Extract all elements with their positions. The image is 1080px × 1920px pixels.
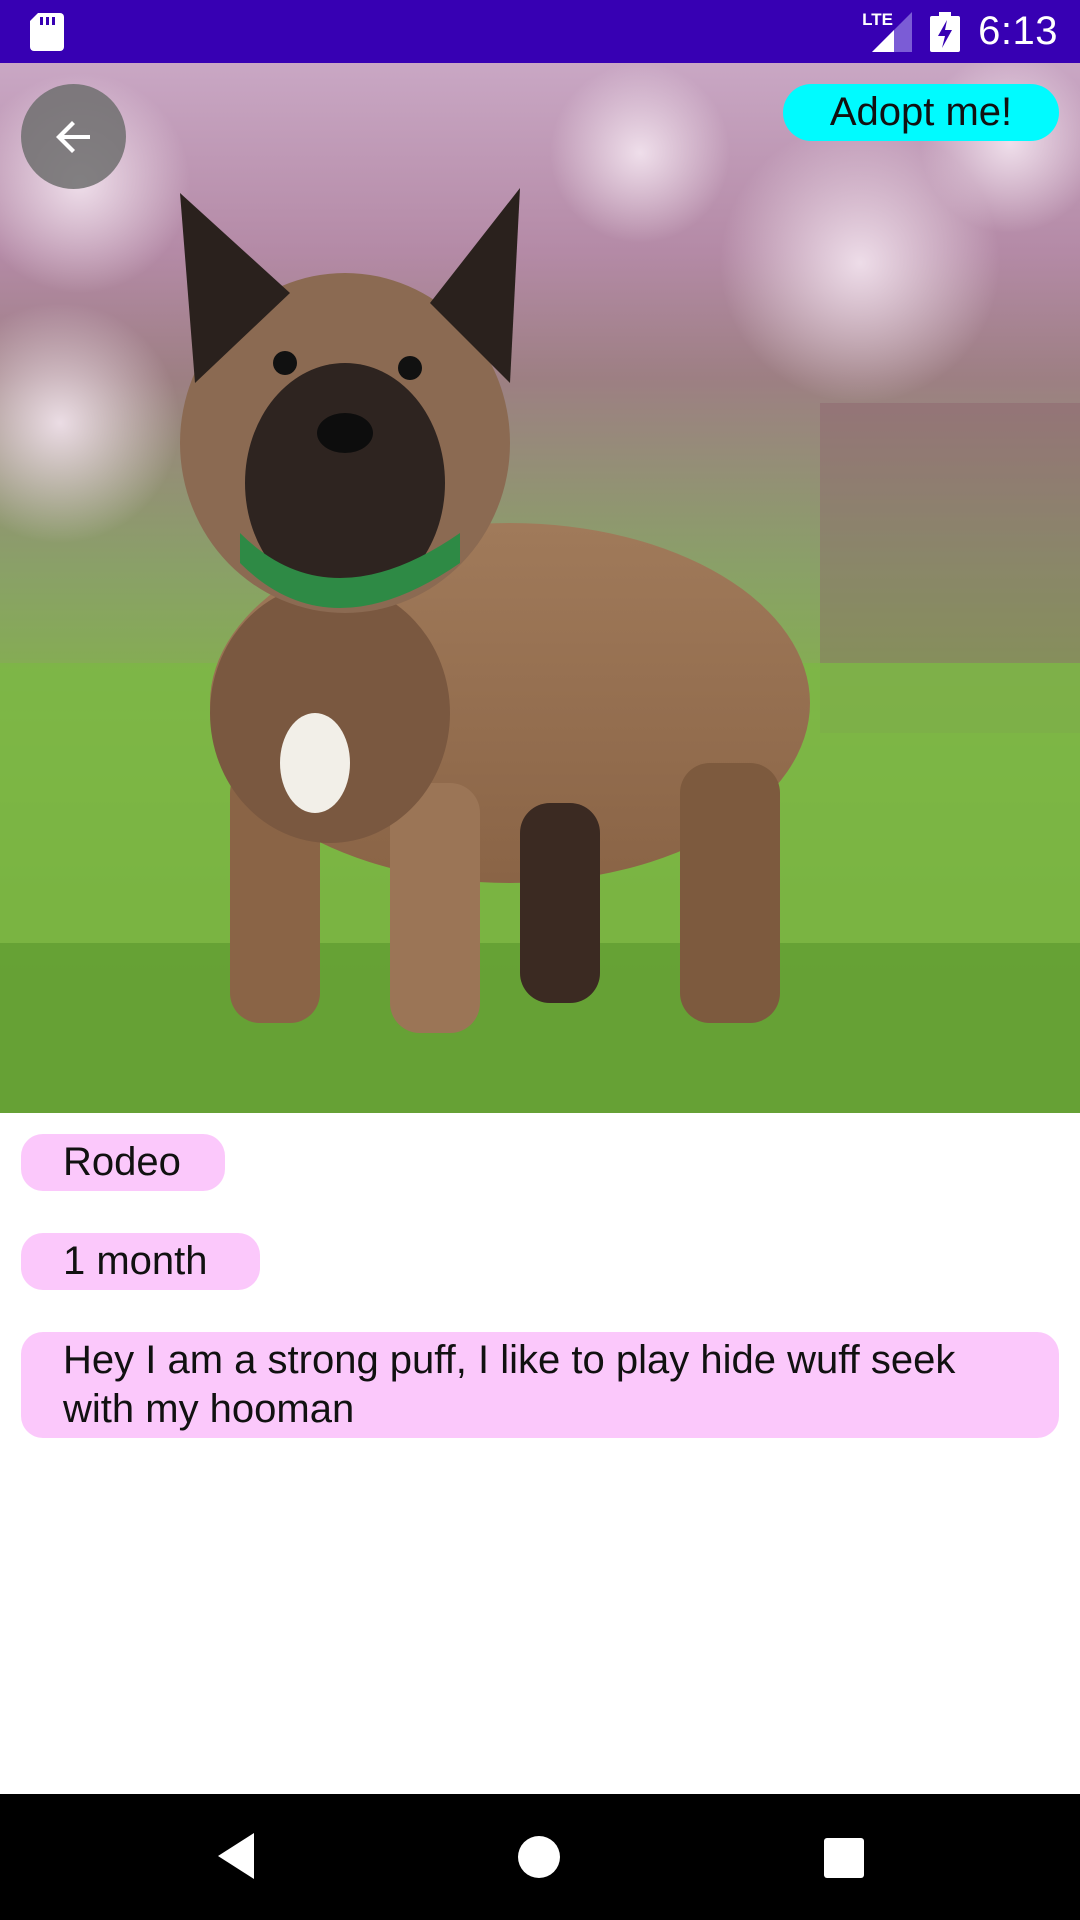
back-button[interactable] (21, 84, 126, 189)
lte-signal-icon: LTE (862, 10, 913, 52)
nav-home-icon[interactable] (518, 1836, 560, 1878)
status-bar: LTE 6:13 (0, 0, 1080, 63)
navigation-bar (0, 1794, 1080, 1920)
arrow-left-icon (55, 120, 90, 153)
puppy-photo (0, 63, 1080, 1113)
status-time: 6:13 (978, 9, 1058, 53)
nav-recents-icon[interactable] (824, 1838, 864, 1878)
pet-age: 1 month (21, 1233, 260, 1290)
adopt-me-button[interactable]: Adopt me! (783, 84, 1059, 141)
pet-name: Rodeo (21, 1134, 225, 1191)
sd-card-icon (30, 13, 64, 51)
nav-back-icon[interactable] (214, 1831, 258, 1881)
pet-description: Hey I am a strong puff, I like to play h… (21, 1332, 1059, 1438)
battery-charging-icon (930, 11, 961, 52)
